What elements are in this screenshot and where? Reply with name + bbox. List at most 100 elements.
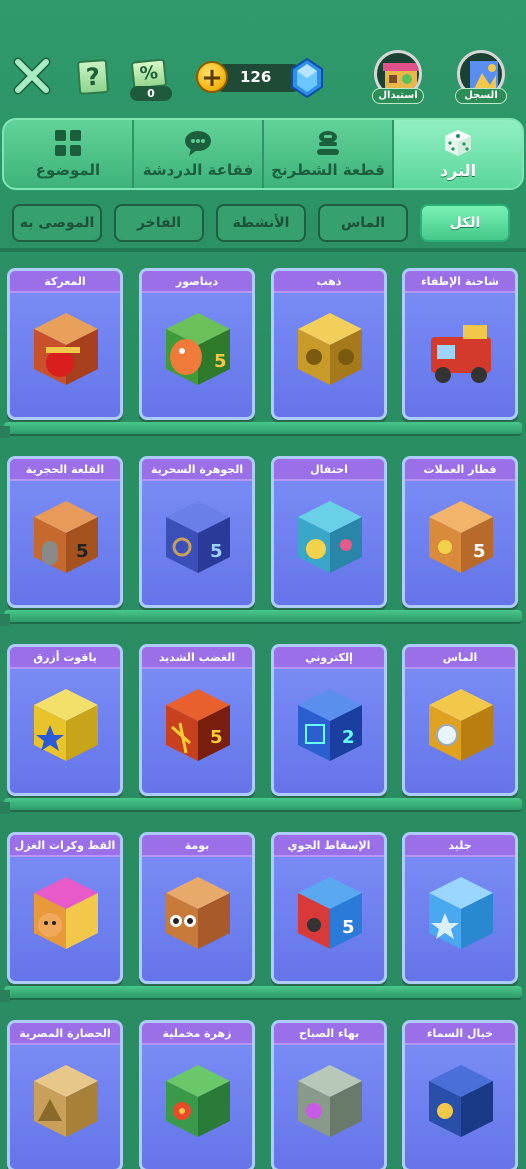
coupon-button[interactable]: % 0 bbox=[128, 56, 172, 102]
dice-card-battle[interactable]: المعركة bbox=[7, 268, 123, 420]
tab-dice-label: النرد bbox=[439, 160, 477, 180]
dice-icon bbox=[445, 129, 471, 156]
category-tabs: الموضوع فقاعة الدردشة قطعة الشطرنج النرد bbox=[2, 118, 524, 190]
tab-chess-piece[interactable]: قطعة الشطرنج bbox=[264, 120, 394, 188]
close-button[interactable] bbox=[12, 56, 52, 96]
tab-theme[interactable]: الموضوع bbox=[4, 120, 134, 188]
record-label: السجل bbox=[455, 88, 507, 104]
add-gems-button[interactable]: + bbox=[196, 61, 228, 93]
fire-truck-dice-icon bbox=[423, 307, 499, 391]
filter-recommended[interactable]: الموصى به bbox=[12, 204, 102, 242]
dice-card-airdrop[interactable]: الإسقاط الجوي 5 bbox=[271, 832, 387, 984]
dice-card-title: الإسقاط الجوي bbox=[274, 835, 384, 857]
tab-dice[interactable]: النرد bbox=[394, 120, 522, 188]
shelf-edge bbox=[0, 614, 10, 626]
shelf bbox=[4, 986, 522, 1000]
exchange-avatar-button[interactable]: استبدال bbox=[372, 50, 424, 108]
dice-card-title: الماس bbox=[405, 647, 515, 669]
svg-text:5: 5 bbox=[473, 541, 486, 562]
tab-chat-bubble[interactable]: فقاعة الدردشة bbox=[134, 120, 264, 188]
filter-luxury[interactable]: الفاخر bbox=[114, 204, 204, 242]
dice-card-dinosaur[interactable]: ديناصور 5 bbox=[139, 268, 255, 420]
dice-card-morning-glory[interactable]: بهاء الصباح bbox=[271, 1020, 387, 1169]
sapphire-dice-icon bbox=[28, 683, 104, 767]
dice-card-title: الحضارة المصرية bbox=[10, 1023, 120, 1045]
celebration-dice-icon bbox=[292, 495, 368, 579]
coupon-icon: % bbox=[130, 58, 168, 90]
dice-card-title: ديناصور bbox=[142, 271, 252, 293]
diamond-dice-icon bbox=[423, 683, 499, 767]
dice-card-rage[interactable]: الغضب الشديد 5 bbox=[139, 644, 255, 796]
dice-card-owl[interactable]: بومة bbox=[139, 832, 255, 984]
dice-card-title: بهاء الصباح bbox=[274, 1023, 384, 1045]
dice-card-title: القط وكرات الغزل bbox=[10, 835, 120, 857]
svg-text:5: 5 bbox=[214, 351, 227, 372]
magic-gem-dice-icon: 5 bbox=[160, 495, 236, 579]
coupon-count: 0 bbox=[130, 86, 172, 101]
close-icon bbox=[13, 57, 51, 95]
filter-all[interactable]: الكل bbox=[420, 204, 510, 242]
dice-card-title: الجوهرة السحرية bbox=[142, 459, 252, 481]
dice-card-gold[interactable]: ذهب bbox=[271, 268, 387, 420]
dice-card-title: احتفال bbox=[274, 459, 384, 481]
dice-card-title: قطار العملات bbox=[405, 459, 515, 481]
shelf-edge bbox=[0, 426, 10, 438]
dice-card-title: شاحنة الإطفاء bbox=[405, 271, 515, 293]
shelf bbox=[4, 422, 522, 436]
dice-card-egyptian[interactable]: الحضارة المصرية bbox=[7, 1020, 123, 1169]
stone-castle-dice-icon: 5 bbox=[28, 495, 104, 579]
record-avatar-button[interactable]: السجل bbox=[455, 50, 507, 108]
filter-diamond[interactable]: الماس bbox=[318, 204, 408, 242]
dice-card-title: المعركة bbox=[10, 271, 120, 293]
help-button[interactable]: ? bbox=[74, 58, 110, 96]
dice-card-cat-yarn[interactable]: القط وكرات الغزل bbox=[7, 832, 123, 984]
gold-dice-icon bbox=[292, 307, 368, 391]
tab-chat-bubble-label: فقاعة الدردشة bbox=[142, 161, 254, 179]
egyptian-dice-icon bbox=[28, 1059, 104, 1143]
dice-card-title: زهرة مخملية bbox=[142, 1023, 252, 1045]
dice-card-title: القلعة الحجرية bbox=[10, 459, 120, 481]
battle-dice-icon bbox=[28, 307, 104, 391]
filter-bar: الموصى به الفاخر الأنشطة الماس الكل bbox=[0, 200, 526, 246]
dice-card-fire-truck[interactable]: شاحنة الإطفاء bbox=[402, 268, 518, 420]
gem-count: 126 bbox=[240, 68, 272, 86]
velvet-flower-dice-icon bbox=[160, 1059, 236, 1143]
svg-text:5: 5 bbox=[210, 727, 223, 748]
exchange-label: استبدال bbox=[372, 88, 424, 104]
morning-glory-dice-icon bbox=[292, 1059, 368, 1143]
dice-card-stone-castle[interactable]: القلعة الحجرية 5 bbox=[7, 456, 123, 608]
dice-card-celebration[interactable]: احتفال bbox=[271, 456, 387, 608]
cat-yarn-dice-icon bbox=[28, 871, 104, 955]
dice-row: شاحنة الإطفاء ذهب ديناصور 5 المعركة bbox=[0, 258, 526, 448]
filter-activities[interactable]: الأنشطة bbox=[216, 204, 306, 242]
dice-card-magic-gem[interactable]: الجوهرة السحرية 5 bbox=[139, 456, 255, 608]
airdrop-dice-icon: 5 bbox=[292, 871, 368, 955]
dice-card-title: جليد bbox=[405, 835, 515, 857]
coin-train-dice-icon: 5 bbox=[423, 495, 499, 579]
dice-card-sky-fantasy[interactable]: خيال السماء bbox=[402, 1020, 518, 1169]
dice-row: خيال السماء بهاء الصباح زهرة مخملية الحض… bbox=[0, 1010, 526, 1169]
tab-chess-piece-label: قطعة الشطرنج bbox=[271, 161, 385, 179]
electronic-dice-icon: 2 bbox=[292, 683, 368, 767]
dice-row: الماس إلكتروني 2 الغضب الشديد 5 ياقوت أز… bbox=[0, 634, 526, 824]
dice-card-title: الغضب الشديد bbox=[142, 647, 252, 669]
shelf bbox=[4, 610, 522, 624]
shelf bbox=[4, 798, 522, 812]
theme-grid-icon bbox=[55, 130, 81, 156]
help-icon: ? bbox=[76, 58, 110, 96]
svg-text:5: 5 bbox=[76, 541, 89, 562]
dice-card-sapphire[interactable]: ياقوت أزرق bbox=[7, 644, 123, 796]
svg-text:5: 5 bbox=[342, 917, 355, 938]
shelf-edge bbox=[0, 802, 10, 814]
dice-row: جليد الإسقاط الجوي 5 بومة القط وكرات الغ… bbox=[0, 822, 526, 1012]
dice-card-electronic[interactable]: إلكتروني 2 bbox=[271, 644, 387, 796]
sky-fantasy-dice-icon bbox=[423, 1059, 499, 1143]
dice-card-diamond[interactable]: الماس bbox=[402, 644, 518, 796]
dice-card-velvet-flower[interactable]: زهرة مخملية bbox=[139, 1020, 255, 1169]
rage-dice-icon: 5 bbox=[160, 683, 236, 767]
dice-card-title: بومة bbox=[142, 835, 252, 857]
dice-card-ice[interactable]: جليد bbox=[402, 832, 518, 984]
svg-text:2: 2 bbox=[342, 727, 355, 748]
dice-card-coin-train[interactable]: قطار العملات 5 bbox=[402, 456, 518, 608]
dinosaur-dice-icon: 5 bbox=[160, 307, 236, 391]
